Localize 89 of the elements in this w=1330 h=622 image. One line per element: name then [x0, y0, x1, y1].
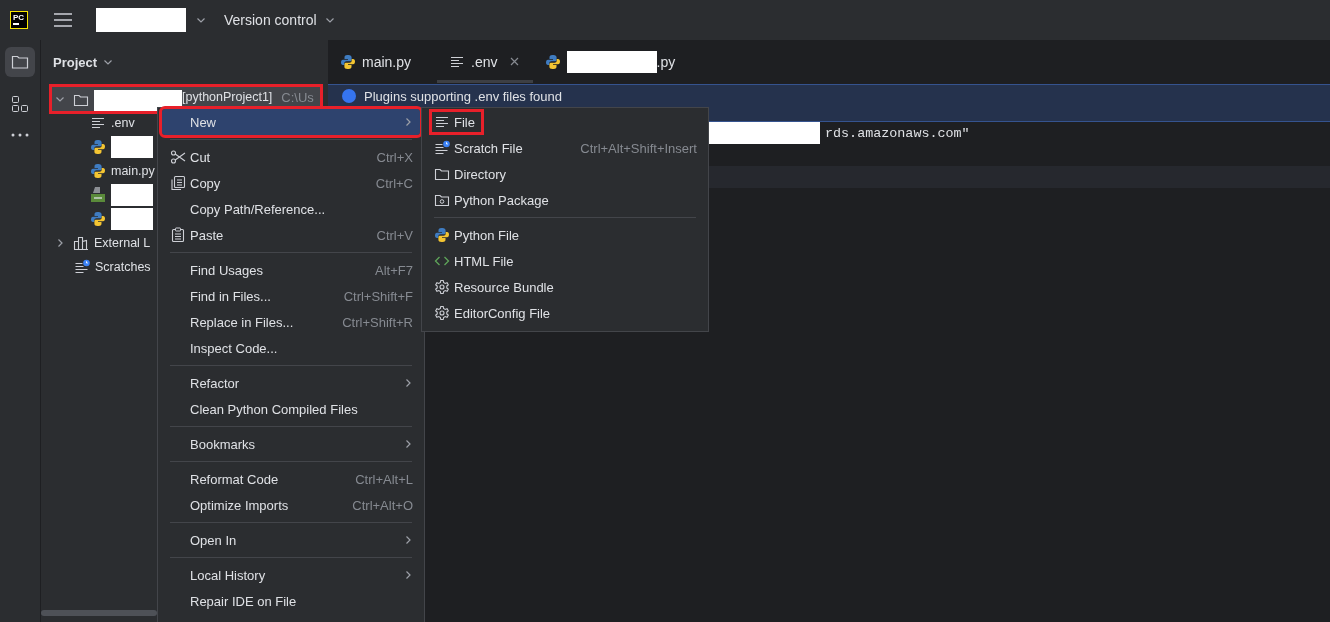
chevron-down-icon[interactable] [103, 57, 114, 67]
menu-item[interactable]: Resource Bundle [426, 274, 704, 300]
folder-icon [11, 54, 29, 70]
tree-item-label: main.py [111, 164, 155, 178]
menu-icon[interactable] [54, 13, 72, 27]
shortcut-text: Ctrl+Alt+L [354, 471, 413, 487]
project-tool-button[interactable] [5, 47, 35, 77]
menu-item[interactable]: Find in Files... Ctrl+Shift+F [162, 283, 420, 309]
python-icon [90, 163, 106, 179]
menu-item[interactable]: Directory [426, 161, 704, 187]
menu-item[interactable]: File [426, 109, 704, 135]
tab-label: main.py [362, 53, 412, 70]
scratch-file-icon [434, 140, 450, 156]
folder-icon [73, 92, 89, 108]
code-text: rds.amazonaws.com" [825, 125, 970, 141]
tree-row[interactable]: External L [52, 231, 151, 255]
menu-item[interactable]: Bookmarks [162, 431, 420, 457]
menu-item[interactable]: New [162, 109, 420, 135]
scissors-icon [170, 149, 186, 165]
tab-label: .py [656, 53, 676, 70]
menu-item[interactable]: Inspect Code... [162, 335, 420, 361]
chevron-down-icon[interactable] [196, 15, 206, 25]
tree-row[interactable]: Scratches [52, 255, 151, 279]
python-icon [544, 53, 561, 70]
menu-item[interactable]: Python Package [426, 187, 704, 213]
shortcut-text: Ctrl+X [375, 149, 413, 165]
app-logo[interactable]: PC [10, 11, 28, 29]
clipboard-icon [170, 227, 186, 243]
menu-item[interactable]: Find Usages Alt+F7 [162, 257, 420, 283]
menu-item[interactable]: Cut Ctrl+X [162, 144, 420, 170]
text-file-icon [90, 115, 106, 131]
shortcut-text: Ctrl+V [375, 227, 413, 243]
tab-label: .env [471, 53, 498, 70]
version-control-menu[interactable]: Version control [224, 12, 317, 28]
python-icon [90, 211, 106, 227]
text-file-icon [434, 114, 450, 130]
scratch-file-icon [74, 259, 90, 275]
python-icon [90, 139, 106, 155]
copy-icon [170, 175, 186, 191]
tree-item-label: Scratches [95, 260, 151, 274]
menu-item[interactable]: HTML File [426, 248, 704, 274]
editor-tab[interactable]: main.py [340, 40, 426, 83]
menu-item[interactable]: Python File [426, 222, 704, 248]
menu-item[interactable]: Open In [162, 527, 420, 553]
menu-item[interactable]: Paste Ctrl+V [162, 222, 420, 248]
banner-text: Plugins supporting .env files found [364, 89, 562, 104]
shortcut-text: Ctrl+Shift+R [341, 314, 413, 330]
tree-row[interactable]: .env [52, 111, 135, 135]
close-icon[interactable] [509, 57, 519, 66]
chevron-down-icon[interactable] [55, 94, 65, 104]
menu-item[interactable]: Optimize Imports Ctrl+Alt+O [162, 492, 420, 518]
package-folder-icon [434, 192, 450, 208]
shortcut-text: Ctrl+C [374, 175, 413, 191]
more-icon[interactable] [11, 133, 29, 137]
library-icon [73, 235, 89, 251]
tree-row[interactable]: main.py [52, 159, 155, 183]
menu-item[interactable]: Copy Path/Reference... [162, 196, 420, 222]
menu-item[interactable]: Clean Python Compiled Files [162, 396, 420, 422]
gear-icon [434, 305, 450, 321]
editor-tab[interactable]: .py [544, 40, 690, 83]
tree-item-label: External L [94, 236, 151, 250]
shortcut-text: Ctrl+Alt+O [351, 497, 413, 513]
tree-item-label: [pythonProject1] [182, 90, 273, 104]
qt-file-icon [90, 186, 106, 204]
tree-row[interactable]: [pythonProject1] C:\Us [52, 87, 320, 111]
item-path: C:\Us [281, 90, 314, 105]
menu-item[interactable]: Repair IDE on File [162, 588, 420, 614]
chevron-right-icon[interactable] [55, 238, 65, 248]
menu-item[interactable]: Replace in Files... Ctrl+Shift+R [162, 309, 420, 335]
chevron-down-icon[interactable] [324, 15, 335, 25]
scrollbar[interactable] [41, 610, 157, 616]
menu-item[interactable]: Refactor [162, 370, 420, 396]
panel-title[interactable]: Project [53, 54, 98, 70]
menu-item[interactable]: Local History [162, 562, 420, 588]
python-icon [434, 227, 450, 243]
folder-icon [434, 166, 450, 182]
structure-icon[interactable] [11, 95, 29, 113]
tree-item-label: .env [111, 116, 135, 130]
menu-item[interactable]: EditorConfig File [426, 300, 704, 326]
python-icon [340, 53, 356, 70]
info-icon [342, 89, 356, 103]
shortcut-text: Alt+F7 [374, 262, 413, 278]
menu-item[interactable]: Reformat Code Ctrl+Alt+L [162, 466, 420, 492]
menu-item[interactable]: Copy Ctrl+C [162, 170, 420, 196]
shortcut-text: Ctrl+Alt+Shift+Insert [579, 140, 697, 156]
shortcut-text: Ctrl+Shift+F [342, 288, 413, 304]
project-selector[interactable] [96, 8, 206, 32]
gear-icon [434, 279, 450, 295]
menu-item[interactable]: Scratch File Ctrl+Alt+Shift+Insert [426, 135, 704, 161]
